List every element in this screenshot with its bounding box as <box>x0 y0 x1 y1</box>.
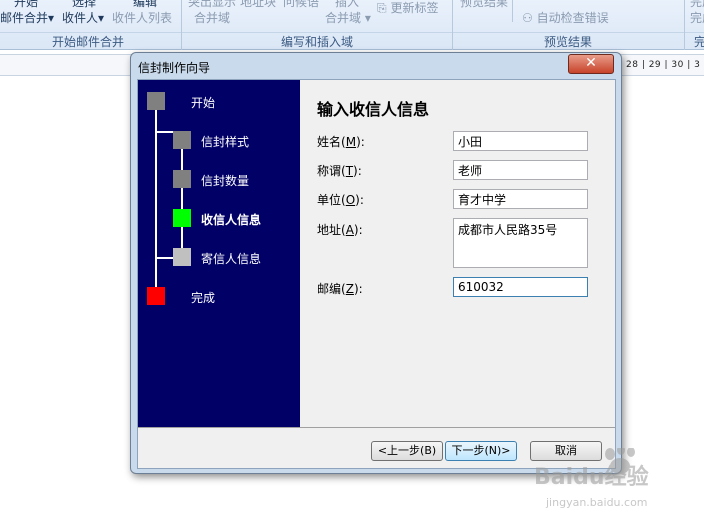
page-heading: 输入收信人信息 <box>317 100 430 119</box>
org-label: 单位(O): <box>317 193 364 207</box>
step-label-finish[interactable]: 完成 <box>191 289 215 306</box>
mail-merge-button[interactable]: 邮件合并▾ <box>0 9 54 26</box>
watermark-brand: Baidu经验 <box>534 464 649 490</box>
ribbon-partial-address-block: 地址块 <box>240 0 277 9</box>
wizard-step-panel: 开始 信封样式 信封数量 收信人信息 寄信人信息 完成 <box>138 80 300 427</box>
step-connector-line <box>181 131 183 257</box>
dialog-titlebar[interactable]: 信封制作向导 ✕ <box>131 53 621 79</box>
step-marker-recipient-info <box>173 209 191 227</box>
name-input[interactable] <box>453 131 588 151</box>
group-label-start-mail-merge: 开始邮件合并 <box>52 35 125 49</box>
paw-icon-toe <box>617 448 625 455</box>
org-input[interactable] <box>453 189 588 209</box>
paw-icon-toe <box>605 448 615 460</box>
ribbon-partial-finish-2: 完成 <box>690 11 704 25</box>
ruler-numbers: 28 | 29 | 30 | 3 <box>626 60 701 70</box>
baidu-jingyan-watermark: Baidu经验 jingyan.baidu.com <box>534 448 649 509</box>
step-marker-envelope-style <box>173 131 191 149</box>
close-icon: ✕ <box>585 55 597 71</box>
step-label-envelope-style[interactable]: 信封样式 <box>201 133 249 150</box>
check-errors-icon: ⚇ <box>522 11 533 25</box>
ribbon-separator <box>684 0 685 50</box>
ribbon-partial-preview: 预览结果 <box>460 0 509 9</box>
update-labels-icon: ⎘ <box>377 1 387 15</box>
address-textarea[interactable]: 成都市人民路35号 <box>453 218 588 268</box>
close-button[interactable]: ✕ <box>568 54 614 74</box>
recipients-button[interactable]: 收件人▾ <box>62 9 104 26</box>
step-marker-envelope-count <box>173 170 191 188</box>
zip-input[interactable] <box>453 277 588 297</box>
watermark-url: jingyan.baidu.com <box>545 496 648 509</box>
step-marker-finish <box>147 287 165 305</box>
ribbon: 开始 选择 编辑 邮件合并▾ 收件人▾ 收件人列表 突出显示 地址块 问候语 插… <box>0 0 704 50</box>
insert-merge-field-button[interactable]: 合并域 ▾ <box>325 9 371 26</box>
ribbon-separator <box>181 0 182 50</box>
step-label-sender-info[interactable]: 寄信人信息 <box>201 250 261 267</box>
next-button[interactable]: 下一步(N)> <box>445 441 517 461</box>
ribbon-partial-greeting: 问候语 <box>283 0 320 9</box>
step-label-recipient-info[interactable]: 收信人信息 <box>201 211 261 228</box>
zip-label: 邮编(Z): <box>317 282 363 296</box>
paw-icon-toe <box>627 448 635 457</box>
button-divider <box>138 427 615 428</box>
edit-recipient-list-button[interactable]: 收件人列表 <box>112 9 172 26</box>
prev-button[interactable]: <上一步(B) <box>371 441 443 461</box>
step-marker-sender-info <box>173 248 191 266</box>
ribbon-separator <box>452 0 453 50</box>
envelope-wizard-dialog: 信封制作向导 ✕ 开始 信封样式 信封数量 收信人信息 寄信人信息 完成 输入收… <box>130 52 622 474</box>
group-label-write-insert-fields: 编写和插入域 <box>281 35 354 49</box>
step-label-envelope-count[interactable]: 信封数量 <box>201 172 249 189</box>
step-connector-line <box>155 100 157 296</box>
title-label: 称谓(T): <box>317 164 362 178</box>
update-labels-button[interactable]: ⎘ 更新标签 <box>377 0 438 16</box>
name-label: 姓名(M): <box>317 135 365 149</box>
auto-check-errors-button[interactable]: ⚇ 自动检查错误 <box>522 9 609 26</box>
dialog-title: 信封制作向导 <box>138 61 211 75</box>
address-label: 地址(A): <box>317 223 363 237</box>
ribbon-separator <box>512 0 513 22</box>
dialog-client: 开始 信封样式 信封数量 收信人信息 寄信人信息 完成 输入收信人信息 姓名(M… <box>137 79 616 469</box>
group-label-preview-results: 预览结果 <box>544 35 593 49</box>
group-label-finish: 完 <box>694 35 704 49</box>
title-input[interactable] <box>453 160 588 180</box>
step-label-start[interactable]: 开始 <box>191 94 215 111</box>
step-marker-start <box>147 92 165 110</box>
highlight-merge-fields-button[interactable]: 合并域 <box>194 9 230 26</box>
